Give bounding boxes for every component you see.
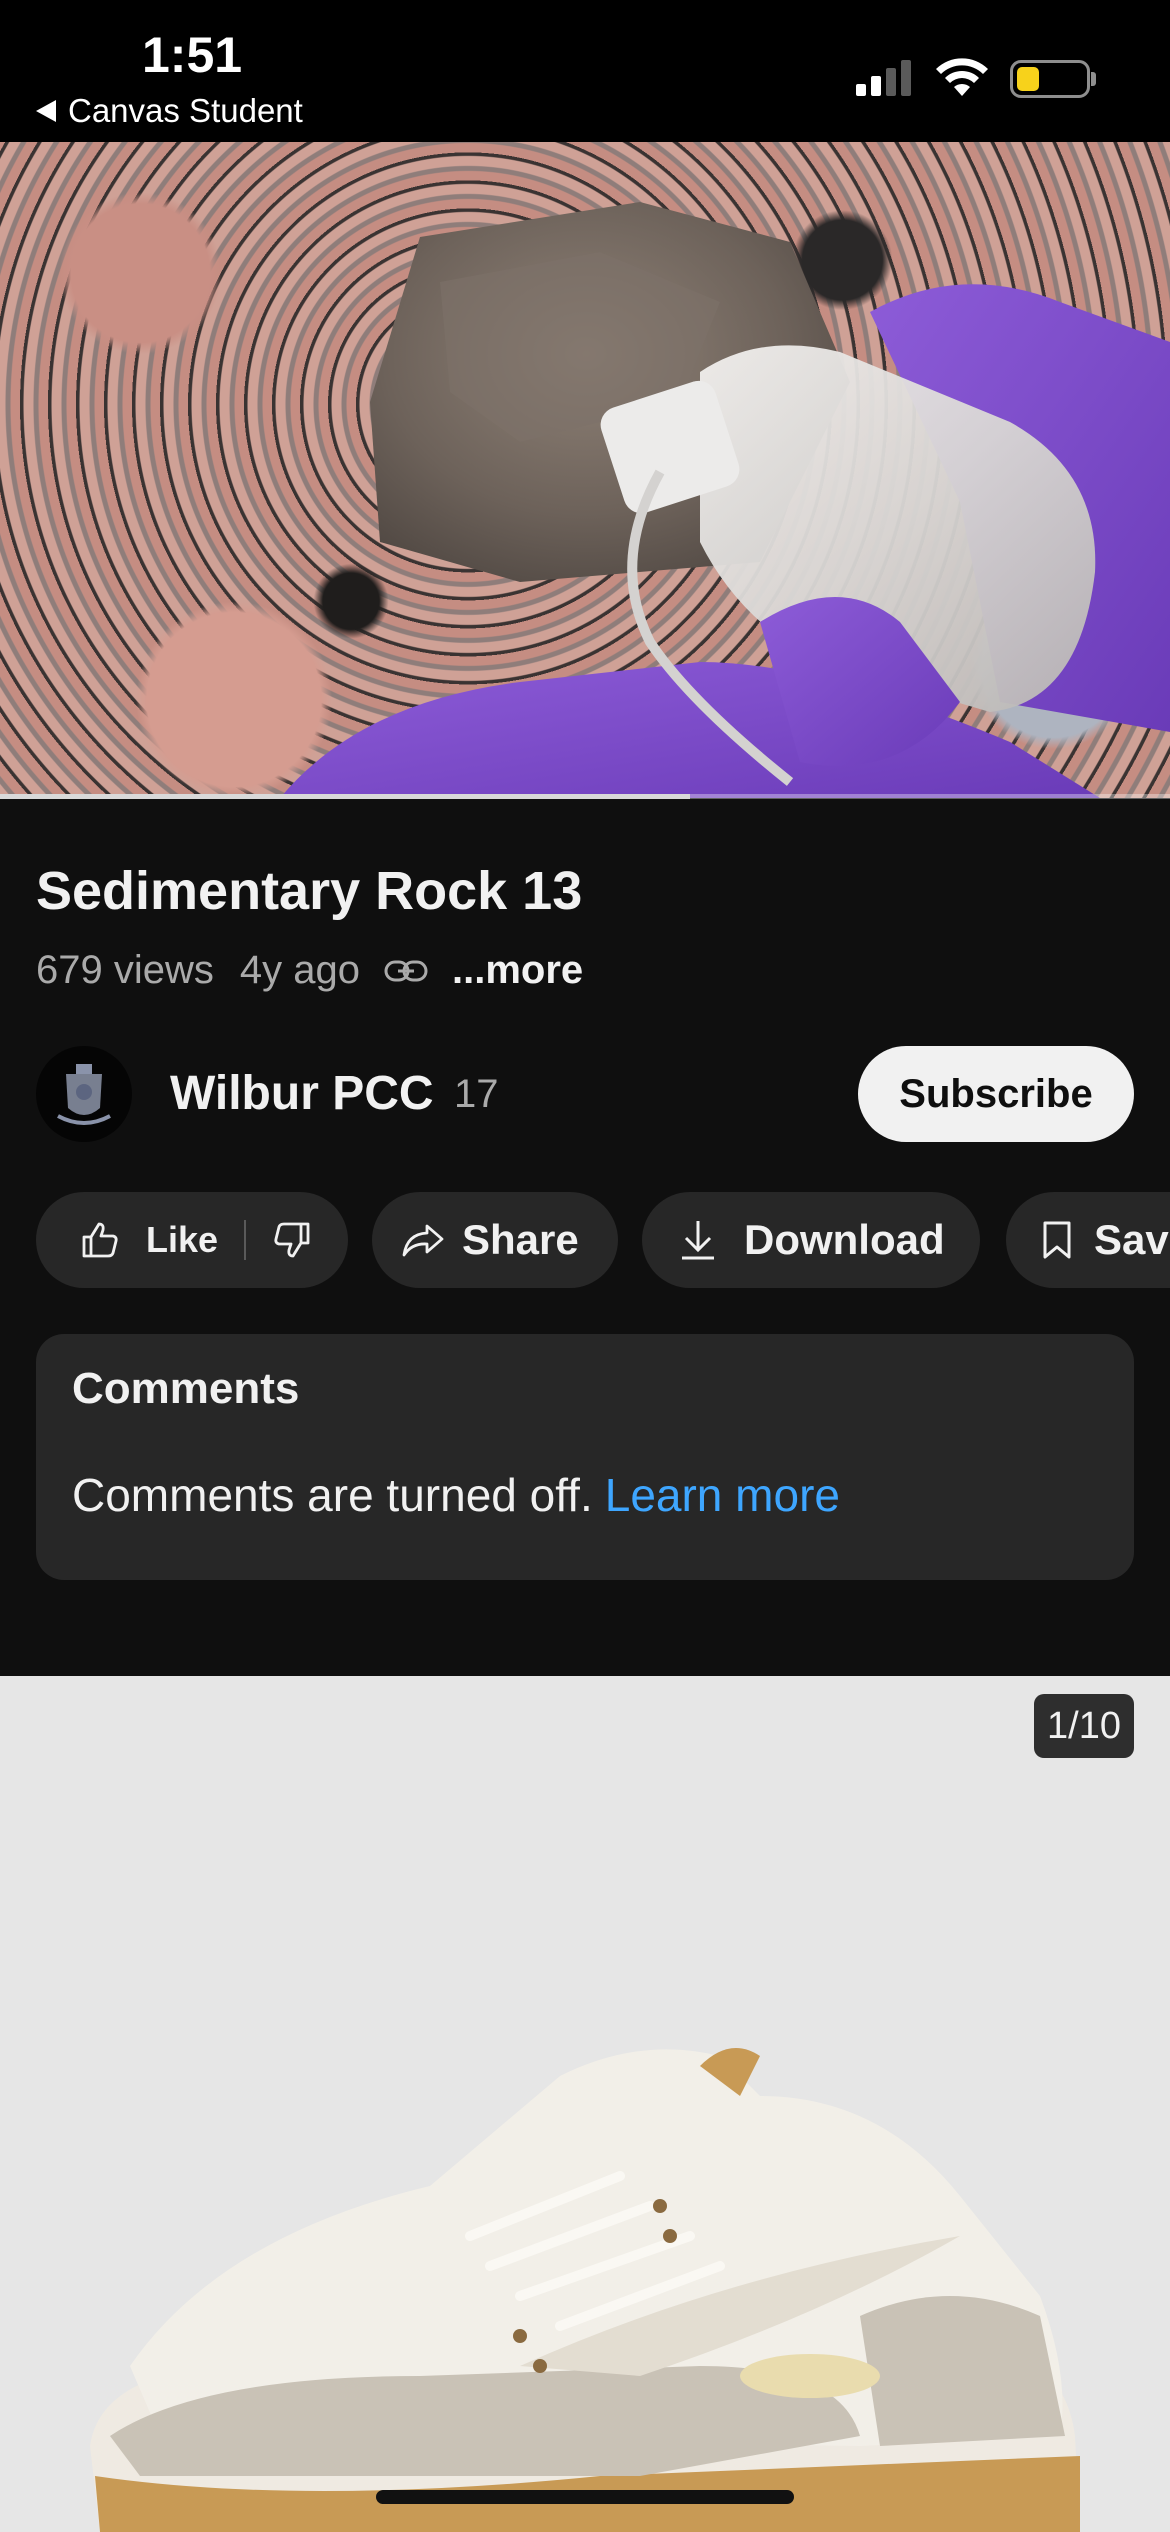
download-button[interactable]: Download [642,1192,980,1288]
link-icon [384,960,428,981]
comments-card[interactable]: Comments Comments are turned off. Learn m… [36,1334,1134,1580]
image-counter-badge: 1/10 [1034,1694,1134,1758]
more-description-link[interactable]: ...more [452,948,583,993]
like-divider [244,1220,247,1260]
video-meta[interactable]: 679 views 4y ago ...more [36,948,583,993]
bookmark-icon [1043,1221,1071,1259]
save-label: Save [1094,1216,1170,1263]
status-bar: 1:51 Canvas Student [0,0,1170,142]
download-icon [682,1221,714,1260]
action-bar: Like Share Download Save [36,1192,1170,1288]
back-app-label: Canvas Student [68,92,303,129]
channel-avatar[interactable] [36,1046,132,1142]
view-count: 679 views [36,948,214,992]
subscribe-button[interactable]: Subscribe [858,1046,1134,1142]
comments-off-text: Comments are turned off. [72,1469,593,1521]
battery-level [1017,67,1039,91]
video-progress-fill [0,794,691,799]
wifi-icon [936,58,988,96]
video-player[interactable] [0,142,1170,798]
upload-age: 4y ago [239,948,360,992]
save-button[interactable]: Save [1006,1192,1170,1288]
sneaker-image [90,2048,1080,2532]
product-ad-image[interactable]: 1/10 [0,1676,1170,2532]
status-time: 1:51 [142,27,243,83]
back-to-app-link[interactable]: Canvas Student [36,92,303,130]
download-label: Download [744,1216,945,1263]
learn-more-link[interactable]: Learn more [605,1469,840,1521]
crest-icon [57,1064,111,1125]
thumbs-up-icon[interactable] [80,1220,120,1260]
like-label[interactable]: Like [146,1219,218,1261]
share-label: Share [462,1216,579,1263]
battery-icon [1010,60,1090,98]
youtube-video-page: 1:51 Canvas Student Sedimentary Rock 13 … [0,0,1170,2532]
subscriber-count: 17 [454,1072,499,1116]
channel-row: Wilbur PCC 17 Subscribe [36,1046,1134,1142]
video-frame-illustration [280,202,1170,798]
video-progress-bar[interactable] [0,794,1170,799]
video-title: Sedimentary Rock 13 [36,861,583,921]
comments-disabled-message: Comments are turned off. Learn more [72,1468,840,1522]
share-arrow-icon [402,1224,444,1257]
like-dislike-pill: Like [36,1192,348,1288]
share-button[interactable]: Share [372,1192,618,1288]
channel-name[interactable]: Wilbur PCC [170,1066,434,1121]
cellular-signal-icon [856,60,911,96]
comments-title: Comments [72,1364,300,1413]
thumbs-down-icon[interactable] [272,1220,312,1260]
home-indicator[interactable] [376,2490,794,2504]
back-triangle-icon [36,100,56,122]
battery-cap [1091,72,1096,86]
